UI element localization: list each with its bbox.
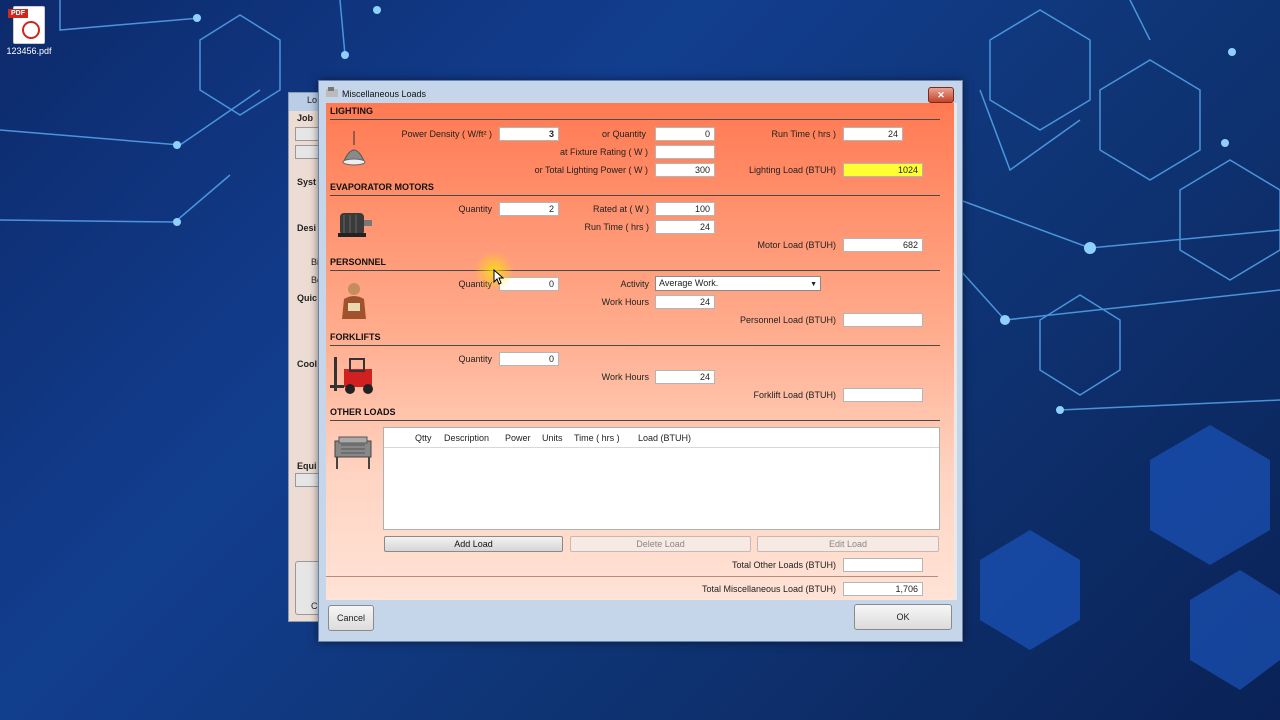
machine-icon [334, 436, 372, 469]
bg-label-quick: Quic [297, 293, 318, 303]
section-divider [330, 195, 940, 196]
forklift-hours-label: Work Hours [601, 372, 649, 382]
motor-icon [338, 213, 372, 237]
close-icon: ✕ [937, 90, 945, 100]
lamp-icon [342, 131, 366, 166]
motor-load-output: 682 [843, 238, 923, 252]
column-qtty[interactable]: Qtty [415, 433, 432, 443]
fixture-rating-input[interactable] [655, 145, 715, 159]
forklift-load-label: Forklift Load (BTUH) [753, 390, 836, 400]
bg-label-cool: Cool [297, 359, 317, 369]
total-misc-load-label: Total Miscellaneous Load (BTUH) [701, 584, 836, 594]
bg-label-c: C [311, 601, 318, 611]
app-icon [326, 87, 338, 97]
forklift-icon [330, 357, 373, 394]
delete-load-button[interactable]: Delete Load [570, 536, 751, 552]
table-header: Qtty Description Power Units Time ( hrs … [384, 428, 939, 448]
total-divider [326, 576, 938, 577]
power-density-label: Power Density ( W/ft² ) [401, 129, 492, 139]
section-other-loads: OTHER LOADS [330, 407, 396, 417]
edit-load-button[interactable]: Edit Load [757, 536, 939, 552]
evap-quantity-label: Quantity [458, 204, 492, 214]
background-window-title: Lo [307, 95, 318, 105]
evap-run-time-label: Run Time ( hrs ) [584, 222, 649, 232]
column-description[interactable]: Description [444, 433, 489, 443]
dialog-footer: Cancel OK [319, 600, 962, 641]
ok-button[interactable]: OK [854, 604, 952, 630]
fixture-rating-label: at Fixture Rating ( W ) [559, 147, 648, 157]
lighting-run-time-label: Run Time ( hrs ) [771, 129, 836, 139]
total-other-loads-label: Total Other Loads (BTUH) [731, 560, 836, 570]
worker-icon [342, 283, 366, 319]
personnel-load-label: Personnel Load (BTUH) [739, 315, 836, 325]
bg-label-job: Job [297, 113, 314, 123]
pdf-file-icon[interactable]: PDF 123456.pdf [4, 6, 54, 56]
rated-at-label: Rated at ( W ) [592, 204, 649, 214]
personnel-hours-input[interactable]: 24 [655, 295, 715, 309]
column-power[interactable]: Power [505, 433, 531, 443]
activity-select[interactable]: Average Work. ▼ [655, 276, 821, 291]
total-lighting-power-input[interactable]: 300 [655, 163, 715, 177]
section-divider [330, 119, 940, 120]
pdf-file-name: 123456.pdf [6, 46, 52, 56]
activity-label: Activity [620, 279, 649, 289]
forklift-quantity-label: Quantity [458, 354, 492, 364]
section-divider [330, 270, 940, 271]
column-time[interactable]: Time ( hrs ) [574, 433, 620, 443]
dialog-content: LIGHTING Power Density ( W/ft² ) 3 or Qu… [326, 103, 957, 600]
add-load-button[interactable]: Add Load [384, 536, 563, 552]
evap-quantity-input[interactable]: 2 [499, 202, 559, 216]
bg-label-equip: Equi [297, 461, 317, 471]
total-other-loads-output [843, 558, 923, 572]
other-loads-table[interactable]: Qtty Description Power Units Time ( hrs … [383, 427, 940, 530]
total-misc-load-output: 1,706 [843, 582, 923, 596]
section-divider [330, 420, 940, 421]
section-evaporator-motors: EVAPORATOR MOTORS [330, 182, 434, 192]
cancel-button[interactable]: Cancel [328, 605, 374, 631]
personnel-load-output [843, 313, 923, 327]
dialog-titlebar[interactable]: Miscellaneous Loads ✕ [319, 81, 962, 103]
column-units[interactable]: Units [542, 433, 563, 443]
rated-at-input[interactable]: 100 [655, 202, 715, 216]
forklift-quantity-input[interactable]: 0 [499, 352, 559, 366]
mouse-pointer-icon [493, 269, 505, 285]
miscellaneous-loads-dialog: Miscellaneous Loads ✕ LIGHTING Power Den… [318, 80, 963, 642]
bg-label-system: Syst [297, 177, 317, 187]
or-quantity-label: or Quantity [601, 129, 646, 139]
chevron-down-icon: ▼ [810, 281, 817, 288]
lighting-load-output: 1024 [843, 163, 923, 177]
personnel-hours-label: Work Hours [601, 297, 649, 307]
pdf-document-icon: PDF [8, 6, 45, 44]
acrobat-swirl-icon [22, 21, 40, 39]
scrollbar[interactable] [954, 103, 957, 600]
lighting-load-label: Lighting Load (BTUH) [748, 165, 836, 175]
lighting-run-time-input[interactable]: 24 [843, 127, 903, 141]
dialog-title: Miscellaneous Loads [342, 89, 427, 99]
power-density-input[interactable]: 3 [499, 127, 559, 141]
pdf-tag: PDF [8, 9, 28, 18]
evap-run-time-input[interactable]: 24 [655, 220, 715, 234]
lighting-quantity-input[interactable]: 0 [655, 127, 715, 141]
bg-label-design: Desi [297, 223, 317, 233]
section-personnel: PERSONNEL [330, 257, 387, 267]
section-forklifts: FORKLIFTS [330, 332, 381, 342]
section-lighting: LIGHTING [330, 106, 373, 116]
forklift-hours-input[interactable]: 24 [655, 370, 715, 384]
forklift-load-output [843, 388, 923, 402]
total-lighting-power-label: or Total Lighting Power ( W ) [534, 165, 648, 175]
close-button[interactable]: ✕ [928, 87, 954, 103]
section-divider [330, 345, 940, 346]
activity-selected-value: Average Work. [659, 278, 719, 288]
column-load[interactable]: Load (BTUH) [638, 433, 691, 443]
motor-load-label: Motor Load (BTUH) [757, 240, 836, 250]
